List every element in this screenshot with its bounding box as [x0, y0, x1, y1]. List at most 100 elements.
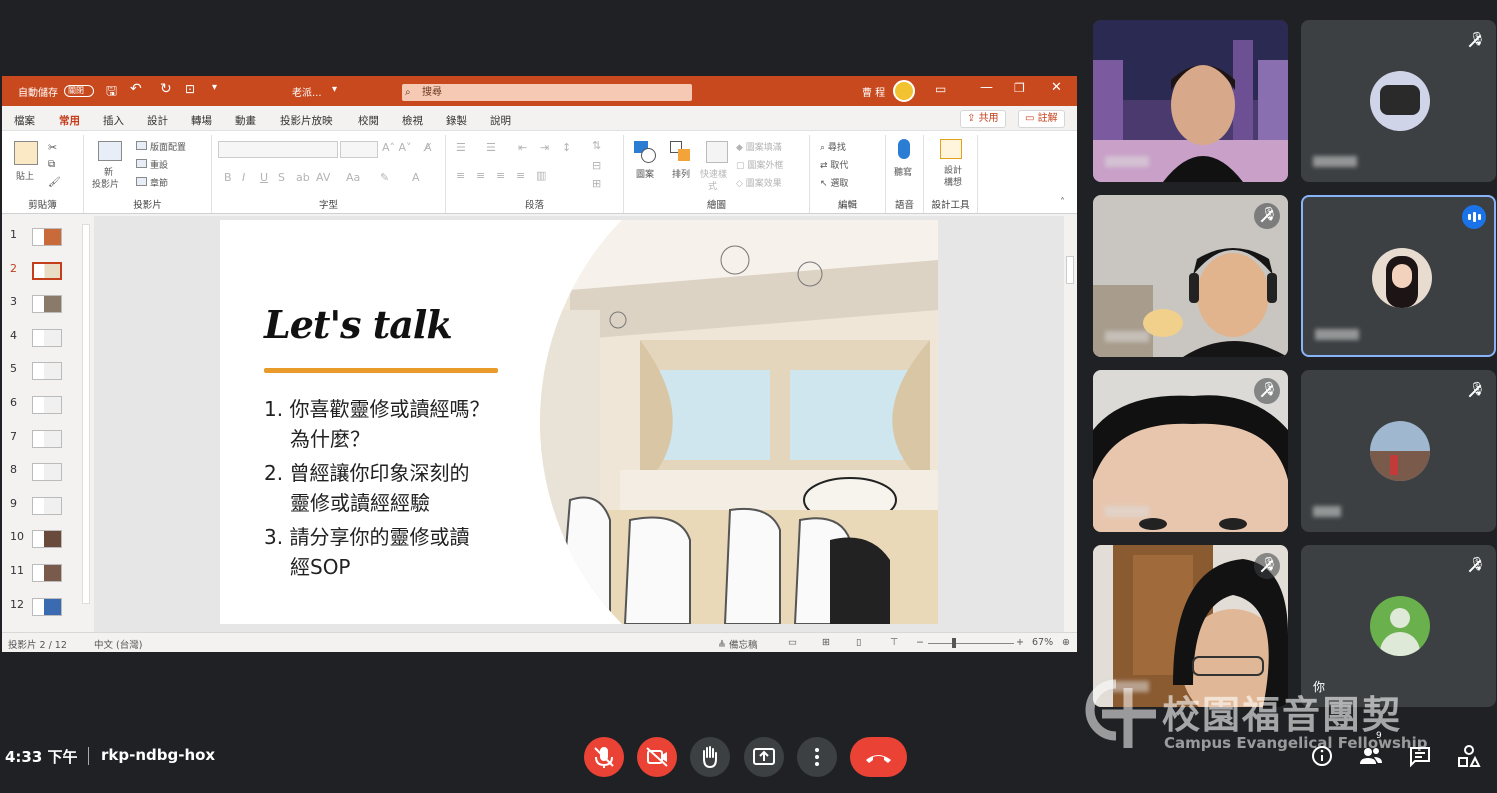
slide-line-1[interactable]: 1. 你喜歡靈修或讀經嗎？	[264, 394, 489, 424]
comments-button[interactable]: ▭ 註解	[1018, 110, 1065, 128]
participant-tile-2[interactable]: 🎙	[1301, 20, 1496, 182]
font-color-icon[interactable]: A	[412, 171, 420, 184]
shadow-icon[interactable]: S	[278, 171, 285, 184]
slide-thumbnail[interactable]: 9	[10, 496, 80, 531]
customize-qat-icon[interactable]: ▾	[212, 82, 217, 93]
tab-insert[interactable]: 插入	[103, 113, 124, 128]
leave-call-button[interactable]	[850, 737, 907, 777]
tab-file[interactable]: 檔案	[14, 113, 35, 128]
slide-thumbnail-image[interactable]	[32, 496, 62, 515]
tab-home[interactable]: 常用	[59, 113, 80, 133]
align-center-icon[interactable]: ≡	[476, 169, 485, 182]
smartart-icon[interactable]: ⊞	[592, 177, 601, 190]
slideshow-icon[interactable]: ⊤	[890, 637, 898, 648]
zoom-level[interactable]: 67%	[1032, 637, 1053, 648]
copy-icon[interactable]: ⧉	[48, 159, 55, 170]
select-button[interactable]: ↖ 選取	[820, 176, 848, 189]
slide-thumbnail-image[interactable]	[32, 261, 62, 280]
meeting-code[interactable]: rkp-ndbg-hox	[101, 746, 215, 764]
tab-view[interactable]: 檢視	[402, 113, 423, 128]
slide-thumbnail[interactable]: 2	[10, 261, 80, 296]
font-size-box[interactable]	[340, 141, 378, 158]
zoom-in-icon[interactable]: +	[1016, 637, 1024, 648]
meeting-details-icon[interactable]	[1308, 742, 1336, 770]
slide-thumbnail[interactable]: 7	[10, 429, 80, 464]
slide-line-6[interactable]: 經SOP	[290, 552, 351, 582]
language-indicator[interactable]: 中文 (台灣)	[94, 637, 142, 651]
underline-icon[interactable]: U	[260, 171, 268, 184]
participant-tile-4[interactable]	[1301, 195, 1496, 357]
tab-animations[interactable]: 動畫	[235, 113, 256, 128]
bullets-icon[interactable]: ☰	[456, 141, 466, 154]
slide-line-5[interactable]: 3. 請分享你的靈修或讀	[264, 522, 469, 552]
slide-thumbnail-image[interactable]	[32, 597, 62, 616]
slide-thumbnail-image[interactable]	[32, 328, 62, 347]
align-text-icon[interactable]: ⊟	[592, 159, 601, 172]
arrange-icon[interactable]	[670, 141, 692, 163]
current-slide[interactable]: Let's talk 1. 你喜歡靈修或讀經嗎？ 為什麼？ 2. 曾經讓你印象深…	[220, 220, 938, 624]
doc-menu-chevron-icon[interactable]: ▾	[332, 84, 337, 95]
cafe-interior-image[interactable]	[530, 220, 938, 624]
zoom-out-icon[interactable]: −	[916, 637, 924, 648]
slide-thumbnail[interactable]: 5	[10, 362, 80, 396]
tab-design[interactable]: 設計	[147, 113, 168, 128]
arrange-button[interactable]: 排列	[672, 167, 690, 180]
layout-button[interactable]: 版面配置	[150, 140, 186, 153]
close-icon[interactable]: ✕	[1051, 80, 1062, 95]
char-spacing-icon[interactable]: AV	[316, 171, 330, 184]
slide-thumbnail-image[interactable]	[32, 362, 62, 381]
normal-view-icon[interactable]: ▭	[788, 637, 797, 648]
slide-thumbnail-image[interactable]	[32, 463, 62, 482]
grow-font-icon[interactable]: A˄ A˅	[382, 141, 412, 154]
cut-icon[interactable]: ✂	[48, 141, 57, 154]
find-button[interactable]: ⌕ 尋找	[820, 140, 846, 153]
designer-label-2[interactable]: 構想	[944, 175, 962, 188]
align-right-icon[interactable]: ≡	[496, 169, 505, 182]
shape-effects-button[interactable]: ◇ 圖案效果	[736, 176, 782, 189]
slide-thumbnail[interactable]: 4	[10, 328, 80, 363]
tab-record[interactable]: 錄製	[446, 113, 467, 128]
participant-tile-1[interactable]	[1093, 20, 1288, 182]
bold-icon[interactable]: B	[224, 171, 232, 184]
document-name[interactable]: 老派...	[292, 84, 322, 99]
zoom-slider[interactable]	[928, 643, 1014, 644]
slide-sorter-icon[interactable]: ⊞	[822, 637, 830, 648]
present-icon[interactable]: ⊡	[185, 82, 195, 96]
user-avatar[interactable]	[893, 80, 915, 102]
slide-thumbnail[interactable]: 3	[10, 295, 80, 329]
designer-icon[interactable]	[940, 139, 962, 159]
format-painter-icon[interactable]: 🖌	[48, 177, 61, 188]
text-direction-icon[interactable]: ⇅	[592, 139, 601, 152]
font-name-box[interactable]	[218, 141, 338, 158]
replace-button[interactable]: ⇄ 取代	[820, 158, 848, 171]
quick-styles-icon[interactable]	[706, 141, 728, 163]
chat-icon[interactable]	[1406, 742, 1434, 770]
participant-tile-6[interactable]: 🎙	[1301, 370, 1496, 532]
slide-thumbnail[interactable]: 6	[10, 396, 80, 430]
tab-slideshow[interactable]: 投影片放映	[280, 113, 333, 128]
slide-thumbnail[interactable]: 10	[10, 530, 80, 564]
present-screen-button[interactable]	[744, 737, 784, 777]
toggle-camera-button[interactable]	[637, 737, 677, 777]
people-icon[interactable]	[1357, 742, 1385, 770]
numbering-icon[interactable]: ☰	[486, 141, 496, 154]
ribbon-display-icon[interactable]: ▭	[935, 82, 946, 96]
clear-format-icon[interactable]: A̸	[424, 141, 432, 154]
slide-thumbnail[interactable]: 11	[10, 564, 80, 598]
slide-thumbnail-image[interactable]	[32, 530, 62, 549]
more-options-button[interactable]	[797, 737, 837, 777]
dictate-button[interactable]: 聽寫	[894, 165, 912, 178]
participant-tile-3[interactable]: 🎙	[1093, 195, 1288, 357]
tab-help[interactable]: 說明	[490, 113, 511, 128]
slide-thumbnail-image[interactable]	[32, 429, 62, 448]
paste-button[interactable]: 貼上	[16, 169, 34, 182]
decrease-indent-icon[interactable]: ⇤	[518, 141, 527, 154]
redo-icon[interactable]: ↻	[160, 81, 172, 97]
fit-to-window-icon[interactable]: ⊕	[1062, 637, 1070, 648]
new-slide-label-2[interactable]: 投影片	[92, 177, 119, 190]
undo-icon[interactable]: ↶	[130, 81, 142, 97]
slide-thumbnail-image[interactable]	[32, 564, 62, 582]
raise-hand-button[interactable]	[690, 737, 730, 777]
collapse-ribbon-icon[interactable]: ˄	[1060, 197, 1065, 208]
align-left-icon[interactable]: ≡	[456, 169, 465, 182]
